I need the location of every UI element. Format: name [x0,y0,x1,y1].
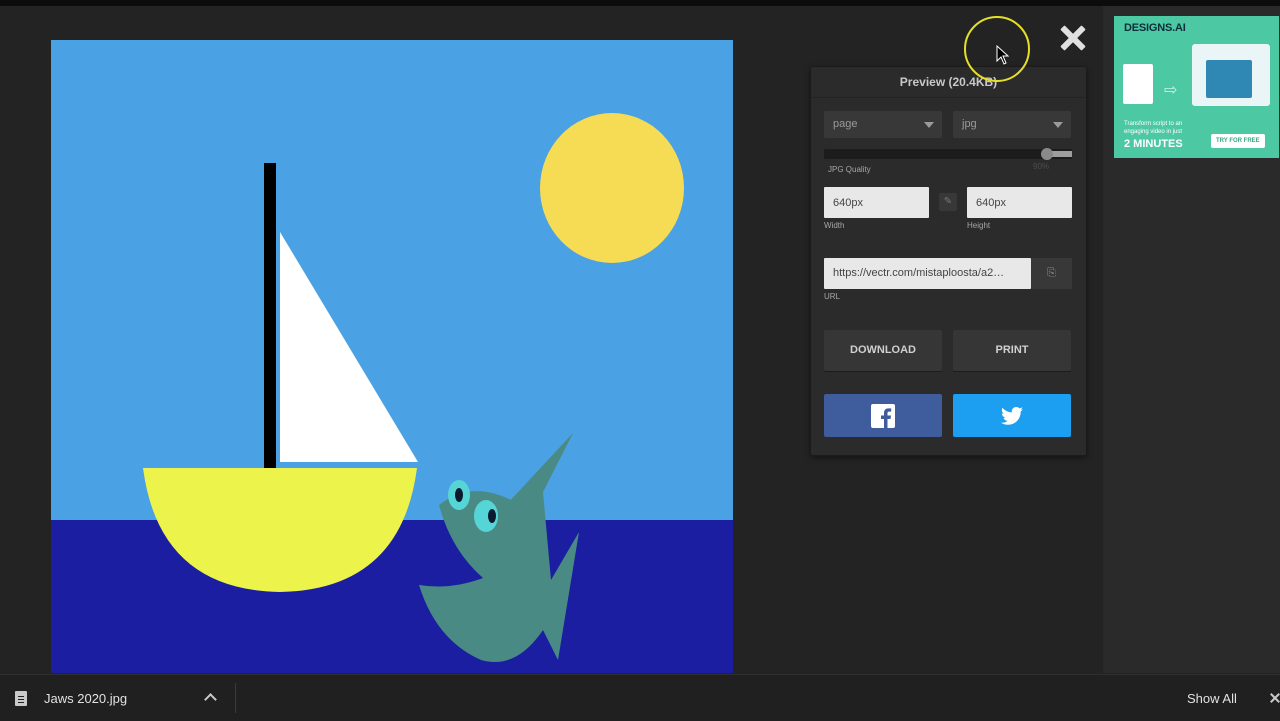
sea [51,520,733,673]
sun [540,113,684,263]
drawing-preview [51,40,733,673]
panel-divider [811,97,1086,98]
shark-eye-left-pupil [455,488,463,502]
facebook-icon [871,404,895,428]
top-bar [0,0,1280,6]
link-icon[interactable]: ✎ [939,193,957,211]
width-input[interactable] [824,187,929,218]
width-label: Width [824,221,845,230]
show-all-button[interactable]: Show All [1187,691,1237,706]
close-download-bar-icon[interactable] [1269,692,1280,704]
print-button[interactable]: PRINT [953,330,1071,371]
chevron-down-icon [1053,122,1063,128]
twitter-icon [1001,407,1023,425]
ad-sidebar: DESIGNS.AI ⇨ Transform script to an enga… [1103,6,1280,673]
slider-handle[interactable] [1041,148,1053,160]
url-label: URL [824,292,841,301]
preview-image [51,40,733,673]
panel-title: Preview (20.4KB) [899,75,998,89]
download-bar: Jaws 2020.jpg Show All [0,674,1280,721]
video-thumbnail [1206,60,1252,98]
ad-tagline: Transform script to an engaging video in… [1124,121,1183,135]
chevron-down-icon [924,122,934,128]
share-twitter-button[interactable] [953,394,1071,437]
shark-eye-right-pupil [488,509,496,523]
height-label: Height [967,221,991,230]
export-area-value: page [833,118,858,130]
video-screen-icon [1192,44,1270,106]
download-bar-divider [235,683,236,713]
mouse-pointer-icon [996,45,1010,65]
ad-logo: DESIGNS.AI [1124,22,1186,34]
jpg-quality-value: 90% [1033,162,1050,171]
export-format-select[interactable]: jpg [953,111,1071,138]
export-area-select[interactable]: page [824,111,942,138]
jpg-quality-label: JPG Quality [828,165,871,174]
url-field[interactable]: https://vectr.com/mistaploosta/a2… [824,258,1031,289]
file-icon [15,691,27,706]
document-icon [1123,64,1153,104]
export-preview-panel: Preview (20.4KB) page jpg JPG Quality 90… [810,66,1087,456]
chevron-up-icon[interactable] [204,693,217,706]
share-facebook-button[interactable] [824,394,942,437]
jpg-quality-slider[interactable] [824,148,1072,160]
ad-headline: 2 MINUTES [1124,138,1183,150]
close-preview-button[interactable] [1055,20,1091,56]
ad-banner[interactable]: DESIGNS.AI ⇨ Transform script to an enga… [1114,16,1279,158]
height-input[interactable] [967,187,1072,218]
download-button[interactable]: DOWNLOAD [824,330,942,371]
ad-cta-button[interactable]: TRY FOR FREE [1211,134,1265,148]
mast [264,163,276,468]
copy-icon: ⎘ [1047,267,1056,279]
copy-url-button[interactable]: ⎘ [1031,258,1072,289]
arrow-right-icon: ⇨ [1164,82,1178,99]
downloaded-file-name[interactable]: Jaws 2020.jpg [44,691,127,706]
export-format-value: jpg [962,118,977,130]
